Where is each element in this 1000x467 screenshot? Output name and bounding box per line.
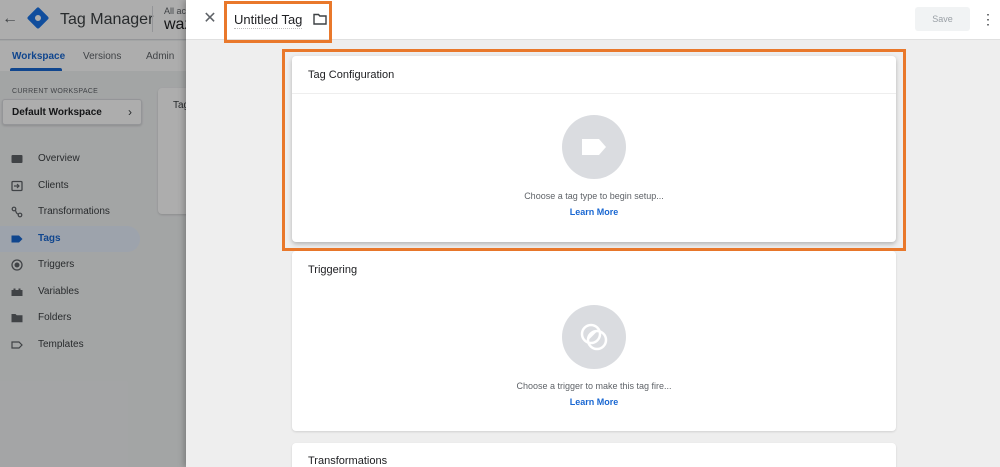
close-button[interactable]: ✕: [200, 9, 220, 29]
card-title: Triggering: [308, 264, 358, 276]
triggering-card[interactable]: Triggering Choose a trigger to make this…: [292, 251, 896, 431]
trigger-hint: Choose a trigger to make this tag fire..…: [516, 381, 672, 391]
tag-editor-panel: ✕ Untitled Tag Save ⋮ Tag Configuration …: [186, 0, 1000, 467]
transformations-card[interactable]: Transformations: [292, 443, 896, 467]
panel-header: ✕ Untitled Tag Save ⋮: [186, 0, 1000, 43]
title-highlight-box: [224, 1, 332, 43]
trigger-placeholder[interactable]: [562, 305, 626, 369]
save-button[interactable]: Save: [915, 7, 970, 31]
more-options-icon[interactable]: ⋮: [981, 8, 995, 30]
trigger-icon: [580, 323, 608, 351]
card-title: Transformations: [308, 455, 388, 467]
config-highlight-box: [282, 49, 906, 251]
learn-more-link[interactable]: Learn More: [292, 397, 896, 407]
